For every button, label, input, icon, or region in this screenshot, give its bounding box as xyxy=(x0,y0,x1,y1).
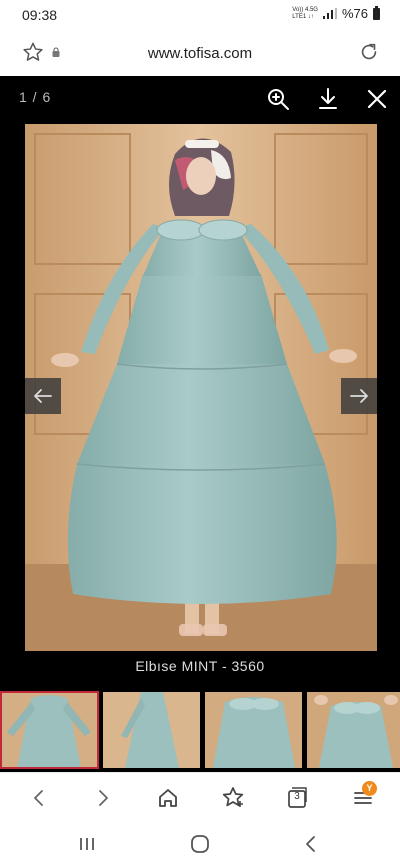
back-nav-icon[interactable] xyxy=(300,833,322,855)
arrow-right-icon xyxy=(350,389,368,403)
network-indicator: Vo)) 4.5G LTE1 ↓↑ xyxy=(292,7,318,21)
signal-icon xyxy=(322,8,337,19)
battery-level: %76 xyxy=(341,6,368,21)
close-icon[interactable] xyxy=(364,86,390,112)
back-icon[interactable] xyxy=(26,785,52,811)
thumbnail-4[interactable] xyxy=(307,692,400,768)
tab-count: 3 xyxy=(294,791,300,802)
thumbnail-1[interactable] xyxy=(0,691,99,769)
image-caption: Elbıse MINT - 3560 xyxy=(135,658,265,674)
zoom-in-icon[interactable] xyxy=(265,86,291,112)
bookmark-star-icon[interactable] xyxy=(220,785,246,811)
recent-apps-icon[interactable] xyxy=(76,833,98,855)
thumbnail-3[interactable] xyxy=(205,692,302,768)
menu-badge: Y xyxy=(362,781,377,796)
forward-icon[interactable] xyxy=(90,785,116,811)
network-top-label: Vo)) 4.5G xyxy=(292,6,318,13)
product-photo xyxy=(25,124,377,651)
image-counter: 1 / 6 xyxy=(19,89,52,105)
browser-toolbar: 3 Y xyxy=(0,772,400,822)
download-icon[interactable] xyxy=(315,86,341,112)
thumbnail-2[interactable] xyxy=(103,692,200,768)
reload-icon[interactable] xyxy=(358,41,380,63)
home-nav-icon[interactable] xyxy=(189,833,211,855)
network-bottom-label: LTE1 ↓↑ xyxy=(292,13,314,20)
url-field[interactable]: www.tofisa.com xyxy=(0,45,400,62)
system-nav-bar xyxy=(0,822,400,866)
status-time: 09:38 xyxy=(22,7,58,23)
next-image-button[interactable] xyxy=(341,378,377,414)
battery-icon xyxy=(373,5,380,20)
thumbnail-strip xyxy=(0,688,400,772)
status-bar: 09:38 Vo)) 4.5G LTE1 ↓↑ %76 xyxy=(0,0,400,32)
previous-image-button[interactable] xyxy=(25,378,61,414)
home-icon[interactable] xyxy=(155,785,181,811)
system-icons: Vo)) 4.5G LTE1 ↓↑ %76 xyxy=(292,5,380,21)
arrow-left-icon xyxy=(34,389,52,403)
image-lightbox: 1 / 6 Elbıse MINT - 3560 xyxy=(0,76,400,688)
address-bar: www.tofisa.com xyxy=(0,32,400,76)
